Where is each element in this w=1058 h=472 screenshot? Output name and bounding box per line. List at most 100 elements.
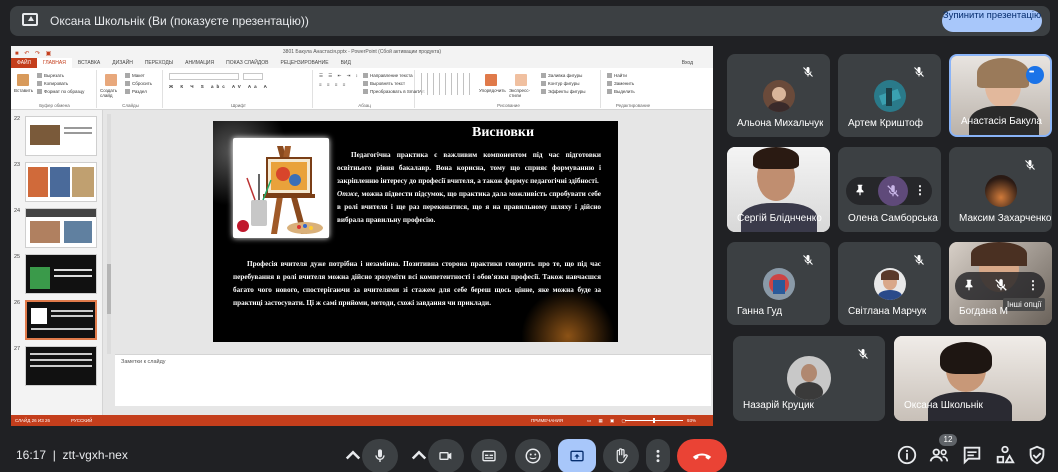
ribbon: Вставить Вырезать Копировать Формат по о… [11,68,713,110]
copy-button[interactable]: Копировать [37,81,68,87]
host-controls-icon[interactable] [1026,444,1048,466]
avatar [874,80,906,112]
pin-icon[interactable] [852,183,868,197]
font-size-select[interactable] [243,73,263,80]
mic-off-icon [803,67,813,77]
presenter-title: Оксана Школьнік (Ви (показуєте презентац… [50,14,309,28]
mute-participant-button[interactable] [878,176,908,206]
slide-thumbnail[interactable] [25,162,97,202]
participant-tile[interactable]: Ганна Гуд [727,242,830,325]
people-icon[interactable] [928,444,950,466]
quick-styles-button[interactable]: Экспресс-стили [509,88,533,98]
font-format-buttons[interactable]: Ж К Ч S abc AV Aa A [169,84,270,89]
effects-icon [541,89,546,95]
avatar [985,175,1017,207]
participant-tile[interactable]: Світлана Марчук [838,242,941,325]
thumb-number: 27 [14,346,21,352]
pin-icon[interactable] [961,278,977,292]
slide-thumbnail[interactable] [25,346,97,386]
participant-tile-hovered[interactable]: ⋮ Інші опції Богдана М [949,242,1052,325]
cut-button[interactable]: Вырезать [37,73,64,79]
font-name-select[interactable] [169,73,239,80]
fill-bucket-icon [541,73,546,79]
ribbon-tabs: ФАЙЛ ГЛАВНАЯ ВСТАВКА ДИЗАЙН ПЕРЕХОДЫ АНИ… [11,58,713,68]
shape-effects-button[interactable]: Эффекты фигуры [541,89,586,95]
participant-tile[interactable]: Артем Криштоф [838,54,941,137]
mic-off-icon[interactable] [993,278,1009,292]
notes-toggle[interactable]: ПРИМЕЧАНИЯ [531,418,563,423]
current-slide[interactable]: Висновки Педагогічна практика є важливим… [213,121,618,342]
slide-thumbnail-current[interactable] [25,300,97,340]
smartart-button[interactable]: Преобразовать в SmartArt [363,89,425,95]
mic-off-icon [803,255,813,265]
participant-tile-self[interactable]: Оксана Школьнік [894,336,1046,421]
thumbnails-scrollbar[interactable] [107,114,111,354]
more-options-icon[interactable]: ⋮ [912,183,928,197]
present-now-button-active[interactable] [558,439,596,472]
participant-name: Олена Самборська [848,213,938,224]
slide-thumbnail[interactable] [25,254,97,294]
shape-outline-button[interactable]: Контур фигуры [541,81,579,87]
captions-button[interactable] [471,439,507,472]
stop-presenting-button[interactable]: Зупинити презентацію [942,10,1042,32]
select-button[interactable]: Выделить [607,89,635,95]
info-icon[interactable] [896,444,918,466]
replace-icon [607,81,612,87]
slide-thumbnail[interactable] [25,208,97,248]
participant-tile[interactable]: Альона Михальчук [727,54,830,137]
mic-off-icon [887,185,899,197]
activities-icon[interactable] [994,444,1016,466]
zoom-slider[interactable] [625,418,683,423]
paste-button[interactable]: Вставить [14,88,33,93]
tab-transitions[interactable]: ПЕРЕХОДЫ [139,60,179,66]
tab-review[interactable]: РЕЦЕНЗИРОВАНИЕ [274,60,334,66]
ppt-status-bar: СЛАЙД 26 ИЗ 26 РУССКИЙ ПРИМЕЧАНИЯ ▭ ▦ ▣ … [11,415,713,426]
view-buttons[interactable]: ▭ ▦ ▣ ▢ [587,418,629,424]
camera-button[interactable] [428,439,464,472]
align-text-button[interactable]: Выровнять текст [363,81,405,87]
slide-thumbnail[interactable] [25,116,97,156]
language-status[interactable]: РУССКИЙ [71,418,92,423]
tab-slideshow[interactable]: ПОКАЗ СЛАЙДОВ [220,60,274,66]
tab-file[interactable]: ФАЙЛ [11,58,37,68]
list-buttons[interactable]: ☰ ☰ ⇤ ⇥ ↕ [319,73,360,79]
shape-fill-button[interactable]: Заливка фигуры [541,73,582,79]
leave-call-button[interactable] [677,439,727,472]
participant-tile[interactable]: Максим Захарченко [949,147,1052,232]
participant-tile[interactable]: Сергій Бліднченко [727,147,830,232]
reactions-button[interactable] [515,439,551,472]
format-painter-button[interactable]: Формат по образцу [37,89,84,95]
thumb-number: 24 [14,208,21,214]
layout-button[interactable]: Макет [125,73,145,79]
more-options-icon[interactable]: ⋮ [1025,278,1041,292]
raise-hand-button[interactable] [603,439,639,472]
tab-animation[interactable]: АНИМАЦИЯ [179,60,220,66]
find-button[interactable]: Найти [607,73,627,79]
zoom-level[interactable]: 93% [687,418,696,423]
tab-view[interactable]: ВИД [335,60,357,66]
more-options-button[interactable] [646,439,670,472]
tab-home[interactable]: ГЛАВНАЯ [36,58,72,68]
present-screen-icon [570,450,584,462]
arrange-icon [485,74,497,86]
tab-insert[interactable]: ВСТАВКА [72,60,106,66]
replace-button[interactable]: Заменить [607,81,634,87]
participant-tile-speaking[interactable]: Анастасія Бакула [949,54,1052,137]
reset-button[interactable]: Сбросить [125,81,152,87]
chat-icon[interactable] [961,444,983,466]
slide-notes-input[interactable]: Заметки к слайду [115,354,711,406]
participant-tile[interactable]: Назарій Круцик [733,336,885,421]
participant-name: Оксана Школьнік [904,400,983,411]
tab-design[interactable]: ДИЗАЙН [106,60,139,66]
new-slide-button[interactable]: Создать слайд [100,88,122,98]
microphone-button[interactable] [362,439,398,472]
text-direction-button[interactable]: Направление текста [363,73,413,79]
meet-window: Оксана Школьнік (Ви (показуєте презентац… [0,0,1058,472]
slide-thumbnails-panel[interactable]: 22 23 24 25 26 27 [11,110,103,415]
participant-tile-hovered[interactable]: ⋮ Олена Самборська [838,147,941,232]
signin-link[interactable]: Вход [676,60,699,66]
align-buttons[interactable]: ≡ ≡ ≡ ≡ [319,82,347,87]
section-button[interactable]: Раздел [125,89,147,95]
arrange-button[interactable]: Упорядочить [479,88,506,93]
shapes-gallery[interactable] [421,73,473,95]
